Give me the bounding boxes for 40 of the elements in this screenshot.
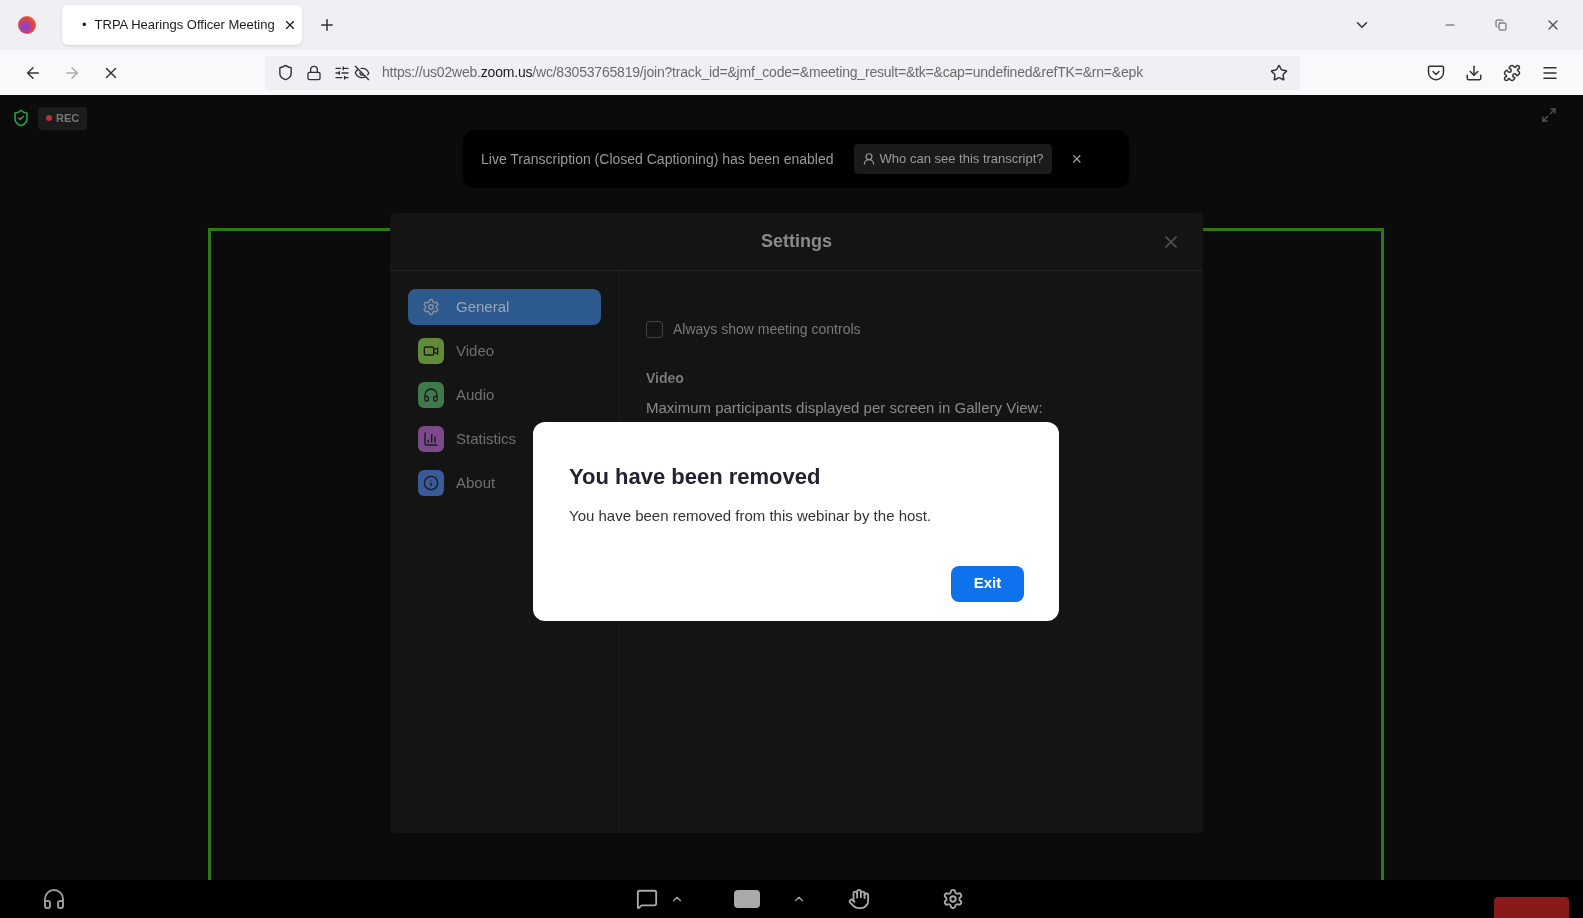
banner-close[interactable]: × <box>1071 145 1083 173</box>
restore-icon[interactable] <box>1495 19 1507 31</box>
settings-nav-item[interactable]: Audio <box>408 377 601 413</box>
section-heading: Video <box>646 369 685 388</box>
star-icon[interactable] <box>1270 63 1288 82</box>
extensions-icon[interactable] <box>1503 63 1521 82</box>
download-icon[interactable] <box>1465 63 1483 82</box>
new-tab-icon[interactable] <box>318 16 336 34</box>
fullscreen-icon[interactable] <box>1541 107 1557 123</box>
exit-button[interactable]: Exit <box>951 565 1024 602</box>
checkbox[interactable] <box>646 321 663 338</box>
settings-nav-item[interactable]: Statistics <box>408 421 601 457</box>
chat-icon[interactable] <box>636 888 658 910</box>
dialog-title: You have been removed <box>569 463 822 491</box>
firefox-icon[interactable] <box>18 16 36 34</box>
captions-icon[interactable] <box>734 890 760 908</box>
permissions-icon[interactable] <box>334 64 350 81</box>
banner-text: Live Transcription (Closed Captioning) has been enabled <box>481 149 834 169</box>
browser-tab[interactable]: • TRPA Hearings Officer Meeting <box>62 5 302 45</box>
checkbox-label: Always show meeting controls <box>673 320 861 339</box>
security-icon[interactable] <box>12 109 30 128</box>
gallery-label: Maximum participants displayed per screen in Gallery View: <box>646 399 1044 417</box>
settings-icon[interactable] <box>942 888 964 910</box>
settings-nav-item[interactable]: General <box>408 289 601 325</box>
transcript-link[interactable]: Who can see this transcript? <box>853 144 1052 174</box>
lock-icon[interactable] <box>306 64 322 81</box>
hand-icon[interactable] <box>848 888 870 910</box>
dialog-message: You have been removed from this webinar by the host. <box>569 506 933 526</box>
tab-title: TRPA Hearings Officer Meeting <box>94 16 275 35</box>
person-icon <box>861 152 876 166</box>
settings-nav-item[interactable]: Video <box>408 333 601 369</box>
shield-icon[interactable] <box>277 64 294 81</box>
audio-icon[interactable] <box>42 887 66 911</box>
settings-title: Settings <box>761 230 832 253</box>
loading-dot: • <box>82 16 87 35</box>
url-text: https://us02web.zoom.us/wc/83053765819/join?track_id=&jmf_code=&meeting_result=&tk=&cap=undefined&refTK=&rn=&epk <box>382 63 1144 82</box>
recording-badge: REC <box>38 107 88 130</box>
address-bar[interactable]: https://us02web.zoom.us/wc/83053765819/join?track_id=&jmf_code=&meeting_result=&tk=&cap=undefined&refTK=&rn=&epk <box>265 55 1300 90</box>
tracking-icon[interactable] <box>354 64 370 81</box>
pocket-icon[interactable] <box>1427 63 1445 82</box>
